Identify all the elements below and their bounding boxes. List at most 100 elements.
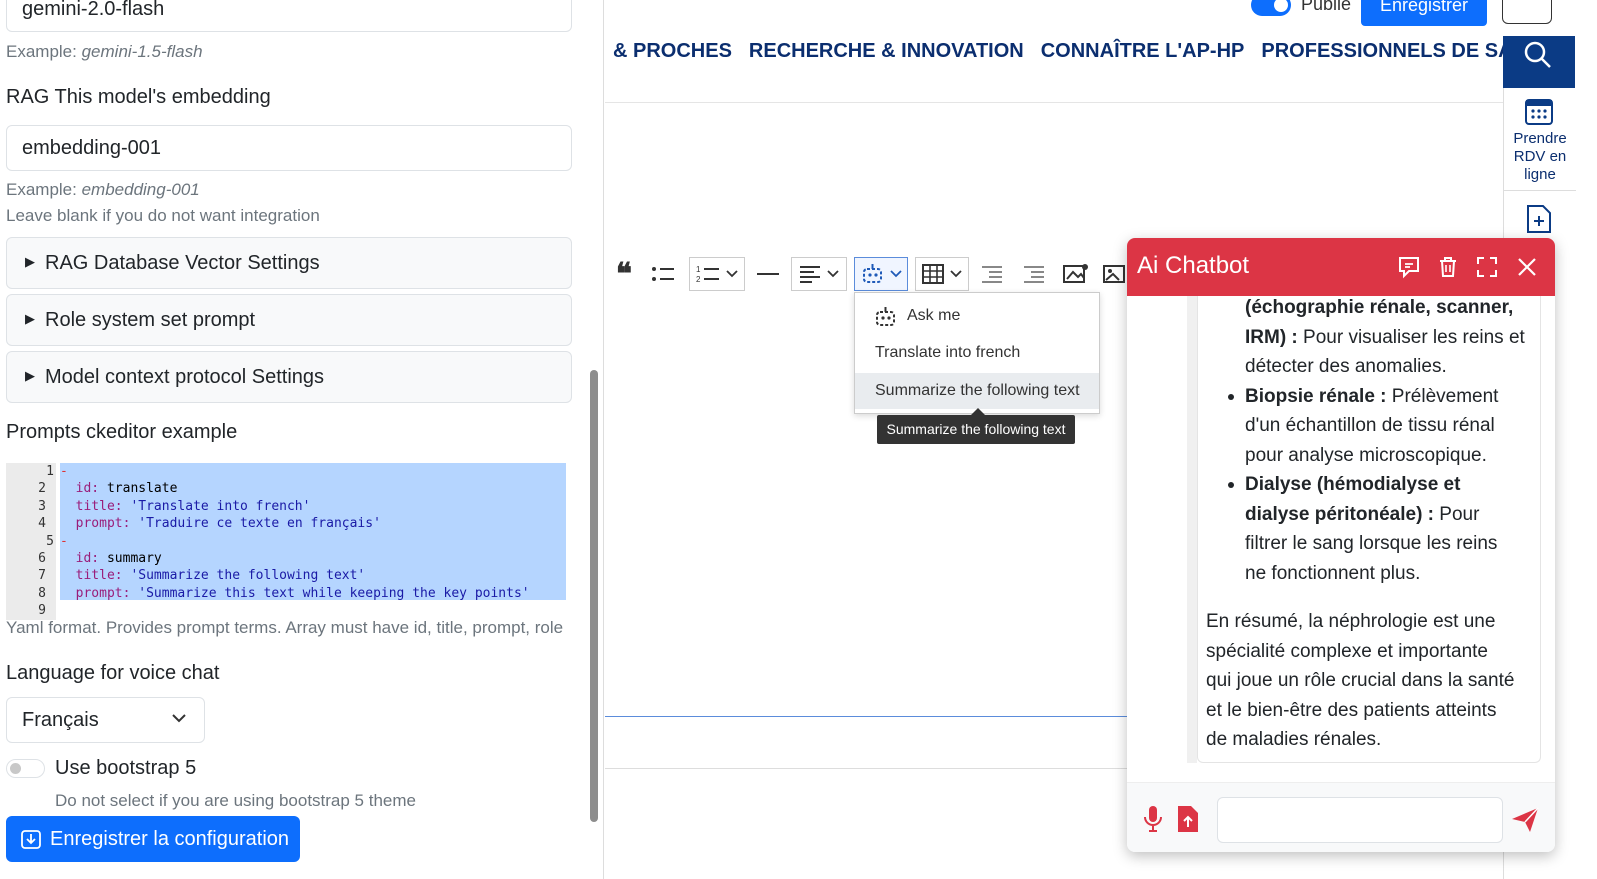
chat-summary-line: et le bien-être des patients atteints bbox=[1206, 699, 1497, 721]
calendar-icon[interactable] bbox=[1524, 96, 1554, 126]
caret-right-icon: ▶ bbox=[25, 253, 35, 269]
embedding-label: RAG This model's embedding bbox=[6, 86, 271, 108]
image-icon[interactable] bbox=[1101, 257, 1129, 291]
save-config-button[interactable]: Enregistrer la configuration bbox=[6, 816, 300, 862]
search-button[interactable] bbox=[1503, 36, 1575, 88]
embedding-input[interactable]: embedding-001 bbox=[6, 125, 572, 171]
menu-item-ask-me[interactable]: Ask me bbox=[855, 298, 1099, 334]
chat-text: Pour visualiser les reins et bbox=[1297, 326, 1525, 348]
nav-connaitre[interactable]: CONNAÎTRE L'AP-HP bbox=[1041, 40, 1245, 62]
bootstrap-label: Use bootstrap 5 bbox=[55, 757, 197, 779]
yaml-key: title: bbox=[60, 498, 123, 514]
numbered-list-icon[interactable]: 12 bbox=[689, 257, 745, 291]
blockquote-icon[interactable]: ❝ bbox=[609, 257, 639, 292]
chat-text: Prélèvement bbox=[1386, 385, 1499, 407]
chat-text: Pour bbox=[1434, 503, 1480, 525]
bullet-dot bbox=[1228, 482, 1234, 488]
menu-item-translate[interactable]: Translate into french bbox=[855, 335, 1099, 371]
align-icon[interactable] bbox=[791, 257, 847, 291]
voice-label: Language for voice chat bbox=[6, 662, 220, 684]
yaml-dash: - bbox=[60, 464, 68, 479]
book-icon[interactable] bbox=[1502, 0, 1552, 24]
code-line: - bbox=[60, 533, 68, 550]
chat-text: filtrer le sang lorsque les reins bbox=[1245, 533, 1498, 554]
sidebar-divider bbox=[1504, 190, 1576, 191]
horizontal-line-icon[interactable] bbox=[755, 257, 781, 291]
code-line: prompt: 'Traduire ce texte en français' bbox=[60, 515, 381, 532]
bootstrap-toggle[interactable] bbox=[6, 759, 45, 778]
chat-summary-line: de maladies rénales. bbox=[1206, 729, 1382, 750]
outdent-icon[interactable] bbox=[1021, 257, 1047, 291]
chevron-down-icon bbox=[890, 270, 902, 278]
details-rag-vector[interactable]: ▶ RAG Database Vector Settings bbox=[6, 237, 572, 289]
yaml-dash: - bbox=[60, 533, 68, 549]
chat-bold-text: Biopsie rénale : bbox=[1245, 385, 1387, 407]
media-icon[interactable] bbox=[1061, 257, 1091, 291]
close-icon[interactable] bbox=[1515, 255, 1539, 279]
trash-icon[interactable] bbox=[1436, 255, 1460, 279]
code-line: id: translate bbox=[60, 480, 178, 497]
yaml-code-editor[interactable]: 1-2 id: translate 3 title: 'Translate int… bbox=[6, 463, 572, 620]
yaml-key: prompt: bbox=[60, 585, 131, 601]
nav-proches[interactable]: & PROCHES bbox=[613, 40, 732, 62]
tooltip: Summarize the following text bbox=[877, 415, 1075, 444]
indent-icon[interactable] bbox=[979, 257, 1005, 291]
code-line: id: summary bbox=[60, 550, 162, 567]
line-number: 8 bbox=[38, 585, 46, 601]
yaml-string: 'Traduire ce texte en français' bbox=[130, 516, 381, 532]
ai-robot-button[interactable] bbox=[854, 257, 908, 291]
rdv-line-3: ligne bbox=[1524, 166, 1556, 183]
chevron-down-icon bbox=[726, 270, 738, 278]
document-plus-icon[interactable] bbox=[1526, 204, 1552, 234]
chat-bubble-icon[interactable] bbox=[1397, 255, 1421, 279]
yaml-key: prompt: bbox=[60, 516, 131, 532]
code-line: prompt: 'Summarize this text while keepi… bbox=[60, 585, 530, 602]
line-number: 9 bbox=[38, 603, 46, 619]
chat-summary-line: qui joue un rôle crucial dans la santé bbox=[1206, 670, 1515, 691]
publish-label: Publié bbox=[1301, 0, 1352, 14]
microphone-icon[interactable] bbox=[1143, 805, 1163, 833]
scrollbar[interactable] bbox=[590, 370, 598, 822]
file-upload-icon[interactable] bbox=[1177, 805, 1199, 833]
save-button[interactable]: Enregistrer bbox=[1361, 0, 1487, 26]
fullscreen-icon[interactable] bbox=[1475, 255, 1499, 279]
editor-page: Publié Enregistrer & PROCHES RECHERCHE & … bbox=[605, 0, 1597, 879]
menu-item-summarize[interactable]: Summarize the following text bbox=[855, 373, 1099, 409]
nav-recherche[interactable]: RECHERCHE & INNOVATION bbox=[749, 40, 1024, 62]
rdv-link[interactable]: Prendre RDV en ligne bbox=[1504, 130, 1576, 184]
search-icon bbox=[1524, 41, 1551, 68]
table-icon[interactable] bbox=[915, 257, 969, 291]
chevron-down-icon bbox=[950, 270, 962, 278]
model-input[interactable]: gemini-2.0-flash bbox=[6, 0, 572, 32]
embedding-help: Leave blank if you do not want integrati… bbox=[6, 206, 320, 225]
embedding-example: Example: embedding-001 bbox=[6, 180, 200, 199]
chat-bold-text: IRM) : bbox=[1245, 326, 1298, 348]
chevron-down-icon bbox=[827, 270, 839, 278]
yaml-help: Yaml format. Provides prompt terms. Arra… bbox=[6, 618, 564, 637]
chat-text-line: ne fonctionnent plus. bbox=[1245, 559, 1420, 589]
chat-input[interactable] bbox=[1217, 797, 1503, 843]
chat-text-line: dialyse péritonéale) : Pour bbox=[1245, 500, 1479, 530]
editor-bottom-divider bbox=[605, 768, 1129, 769]
line-number: 6 bbox=[38, 551, 46, 566]
yaml-string: 'Translate into french' bbox=[122, 498, 311, 514]
chat-text: ne fonctionnent plus. bbox=[1245, 562, 1421, 584]
bullet-list-icon[interactable] bbox=[649, 257, 677, 291]
details-mcp[interactable]: ▶ Model context protocol Settings bbox=[6, 351, 572, 403]
toggle-knob bbox=[10, 763, 21, 774]
details-role-prompt[interactable]: ▶ Role system set prompt bbox=[6, 294, 572, 346]
caret-right-icon: ▶ bbox=[25, 310, 35, 326]
svg-text:1: 1 bbox=[696, 265, 701, 274]
chat-header: Ai Chatbot bbox=[1127, 238, 1555, 296]
chat-bold-text: Dialyse (hémodialyse et bbox=[1245, 474, 1461, 495]
yaml-string: 'Summarize the following text' bbox=[122, 568, 366, 584]
voice-language-select[interactable]: Français bbox=[6, 697, 205, 743]
chat-text-line: (échographie rénale, scanner, bbox=[1245, 293, 1513, 323]
yaml-key: id: bbox=[60, 551, 100, 566]
chat-summary-line: En résumé, la néphrologie est une bbox=[1206, 611, 1496, 632]
send-icon[interactable] bbox=[1511, 807, 1539, 833]
chat-thread-line bbox=[1187, 296, 1197, 763]
chat-bold-text: (échographie rénale, scanner, bbox=[1245, 297, 1514, 318]
publish-switch[interactable] bbox=[1251, 0, 1291, 16]
chat-text: d'un échantillon de tissu rénal bbox=[1245, 415, 1495, 436]
